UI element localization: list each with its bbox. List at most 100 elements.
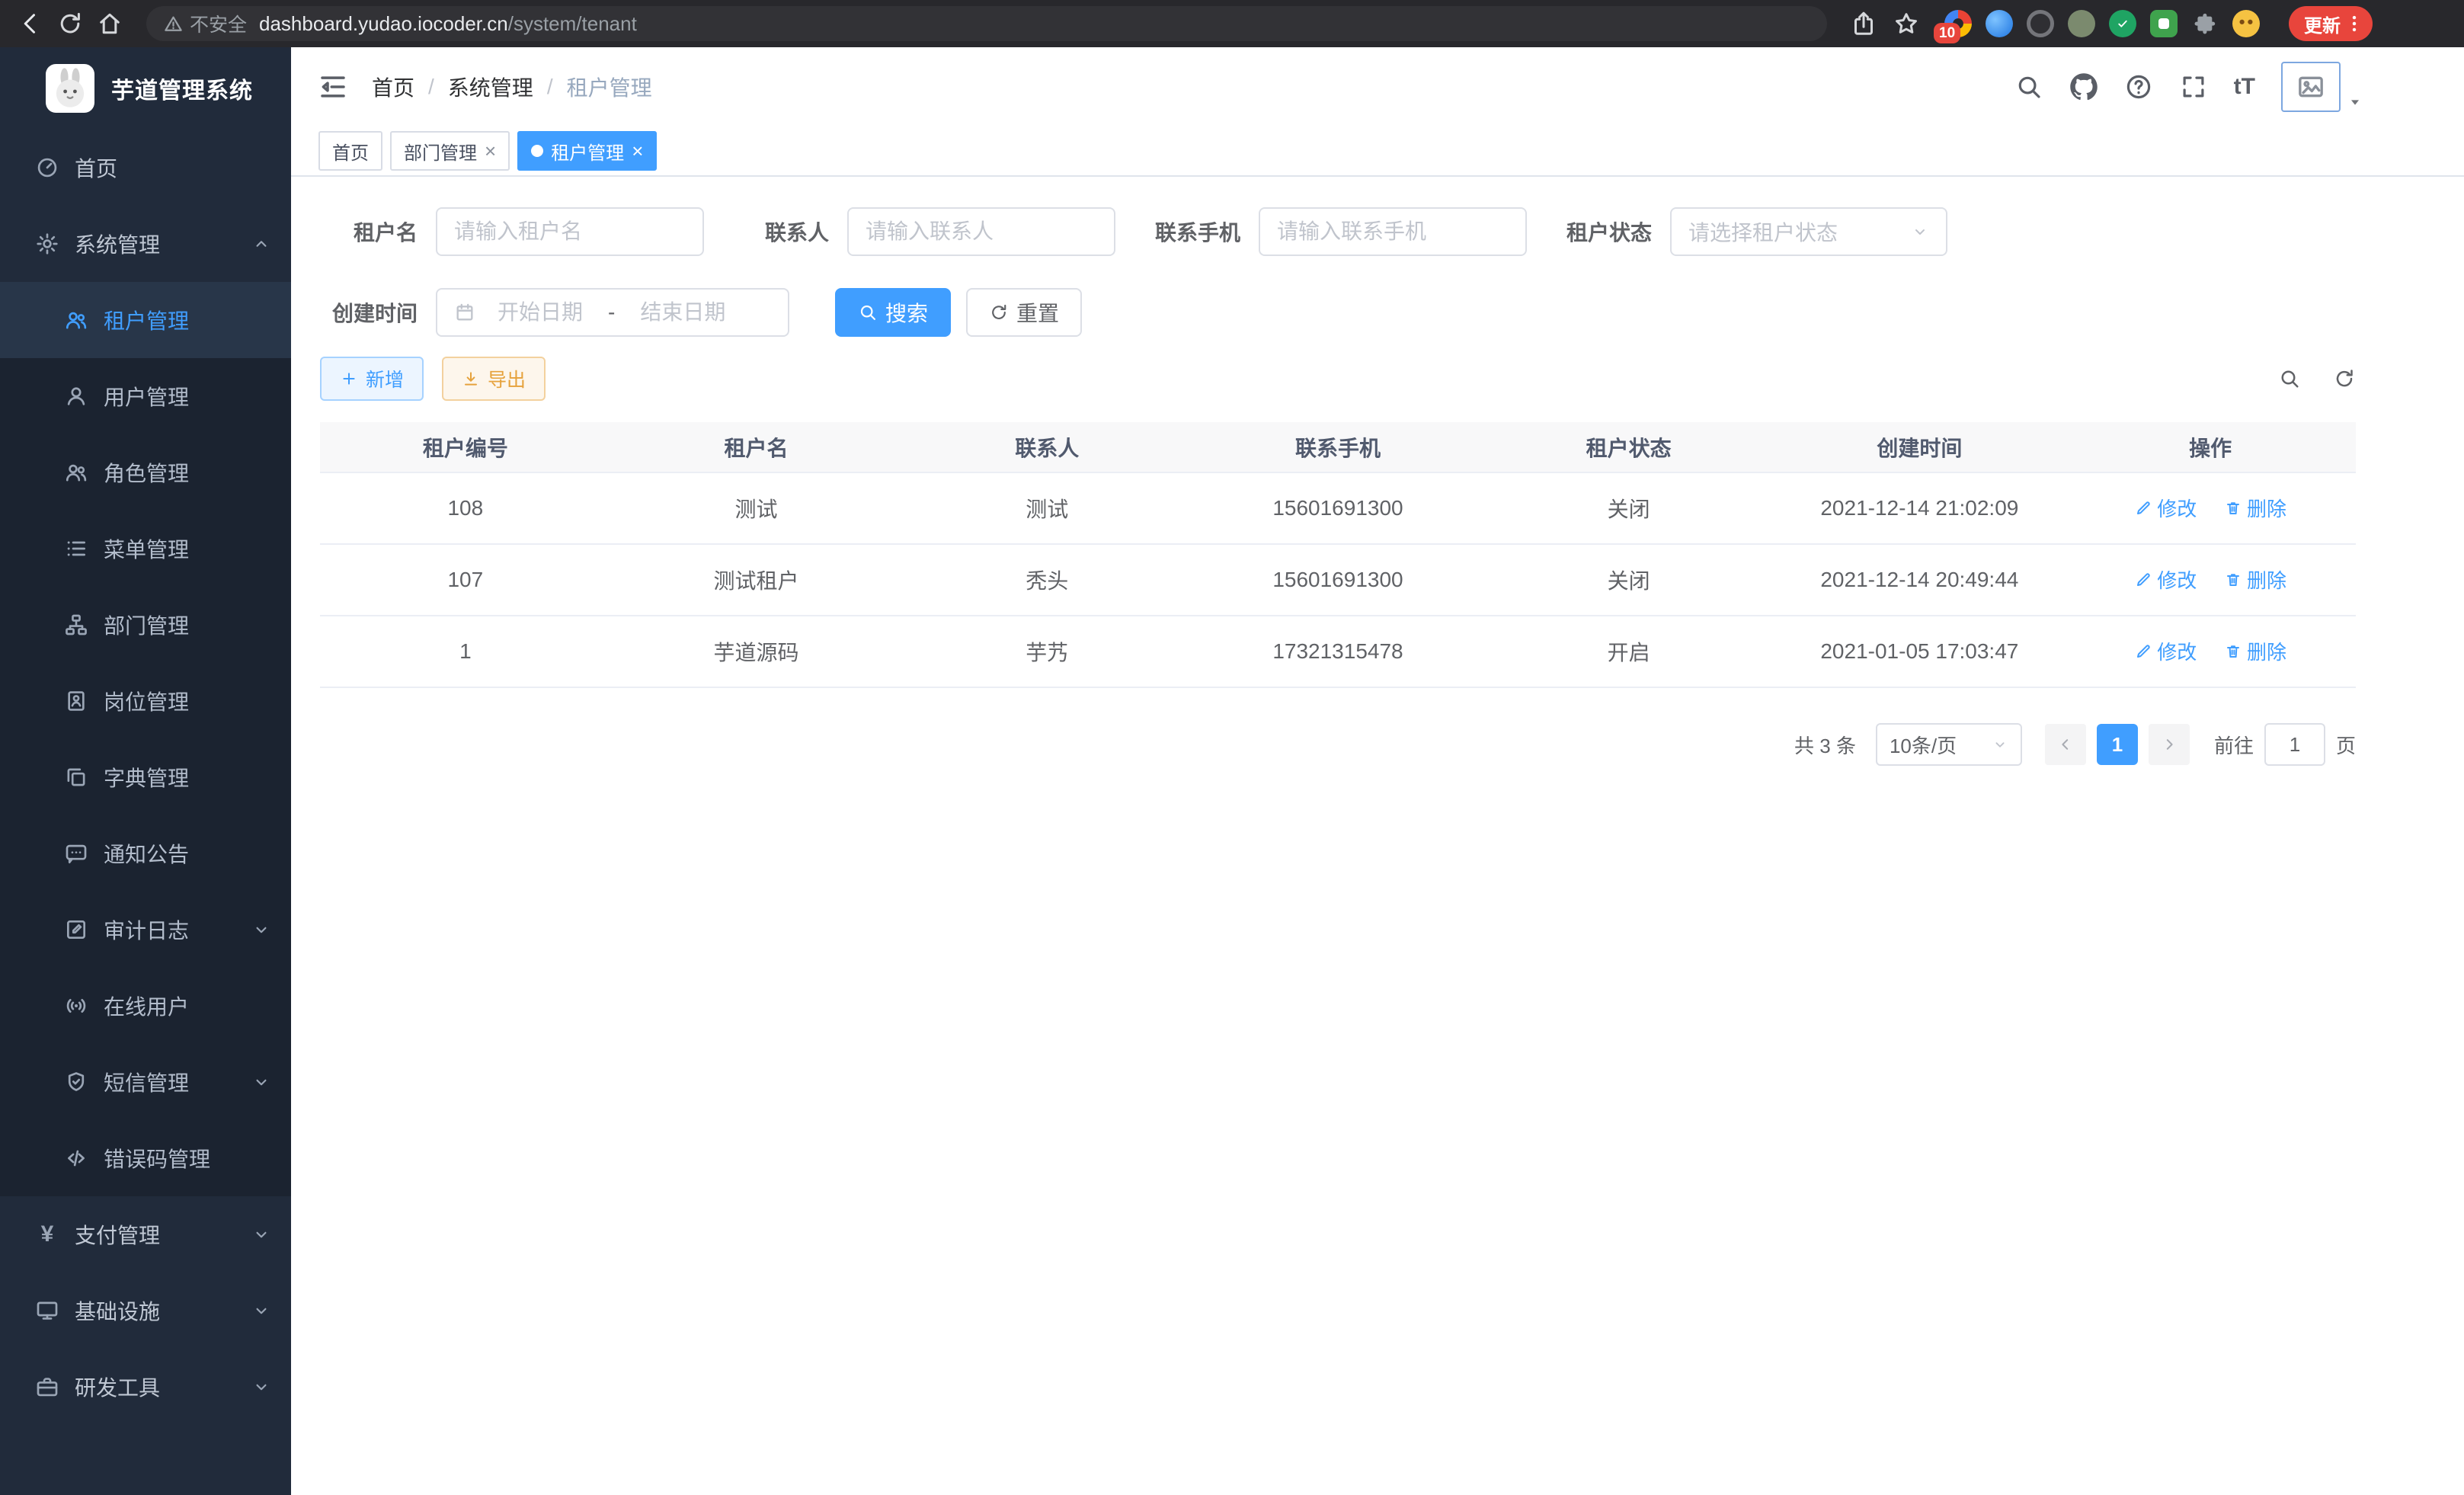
tab-tenant[interactable]: 租户管理 × bbox=[517, 131, 657, 171]
share-icon[interactable] bbox=[1850, 10, 1877, 37]
browser-toolbar: 不安全 dashboard.yudao.iocoder.cn/system/te… bbox=[0, 0, 2464, 47]
sidebar-item-dev-tools[interactable]: 研发工具 bbox=[0, 1349, 291, 1425]
export-button[interactable]: 导出 bbox=[442, 357, 546, 401]
reset-button-label: 重置 bbox=[1016, 297, 1059, 328]
breadcrumb-home[interactable]: 首页 bbox=[372, 72, 414, 102]
prev-page-button[interactable] bbox=[2045, 724, 2086, 765]
edit-link[interactable]: 修改 bbox=[2134, 565, 2197, 594]
cell-contact: 测试 bbox=[901, 472, 1192, 544]
sidebar-item-tenant[interactable]: 租户管理 bbox=[0, 282, 291, 358]
extension-olive-icon[interactable] bbox=[2068, 10, 2095, 37]
font-size-icon[interactable]: tT bbox=[2234, 75, 2255, 98]
fullscreen-icon[interactable] bbox=[2179, 72, 2208, 101]
sidebar-item-pay[interactable]: ¥ 支付管理 bbox=[0, 1196, 291, 1273]
search-button[interactable]: 搜索 bbox=[835, 288, 951, 337]
close-icon[interactable]: × bbox=[632, 141, 643, 161]
goto-page-input[interactable] bbox=[2264, 723, 2325, 766]
github-icon[interactable] bbox=[2069, 72, 2098, 101]
sidebar-item-home[interactable]: 首页 bbox=[0, 130, 291, 206]
add-button-label: 新增 bbox=[366, 365, 404, 392]
sidebar-item-post[interactable]: 岗位管理 bbox=[0, 663, 291, 739]
delete-link[interactable]: 删除 bbox=[2224, 637, 2286, 665]
browser-home-icon[interactable] bbox=[96, 10, 123, 37]
table-header-row: 租户编号 租户名 联系人 联系手机 租户状态 创建时间 操作 bbox=[320, 422, 2356, 472]
toggle-search-icon[interactable] bbox=[2278, 367, 2301, 390]
gear-icon bbox=[35, 232, 59, 256]
sidebar-item-notice[interactable]: 通知公告 bbox=[0, 815, 291, 892]
edit-icon bbox=[2134, 499, 2152, 517]
collapse-sidebar-icon[interactable] bbox=[317, 71, 349, 103]
monitor-icon bbox=[35, 1298, 59, 1323]
avatar-image-box[interactable] bbox=[2281, 62, 2341, 112]
browser-back-icon[interactable] bbox=[17, 10, 44, 37]
sidebar-item-label: 字典管理 bbox=[104, 762, 189, 792]
sidebar-item-sms[interactable]: 短信管理 bbox=[0, 1044, 291, 1120]
sidebar-item-menu[interactable]: 菜单管理 bbox=[0, 511, 291, 587]
delete-link[interactable]: 删除 bbox=[2224, 494, 2286, 522]
tenant-name-input[interactable] bbox=[436, 207, 704, 256]
pagination: 共 3 条 10条/页 1 前往 页 bbox=[320, 723, 2356, 766]
security-warning-label[interactable]: 不安全 bbox=[190, 10, 247, 37]
phone-field[interactable] bbox=[1277, 219, 1509, 244]
sidebar-item-label: 研发工具 bbox=[75, 1372, 160, 1402]
filter-tenant-name: 租户名 bbox=[320, 207, 704, 256]
app-logo[interactable]: 芋道管理系统 bbox=[0, 47, 291, 130]
message-icon bbox=[64, 841, 88, 866]
sidebar-item-system[interactable]: 系统管理 bbox=[0, 206, 291, 282]
phone-input[interactable] bbox=[1259, 207, 1527, 256]
breadcrumb-system[interactable]: 系统管理 bbox=[448, 72, 533, 102]
sidebar-item-infra[interactable]: 基础设施 bbox=[0, 1273, 291, 1349]
url-text[interactable]: dashboard.yudao.iocoder.cn/system/tenant bbox=[259, 12, 637, 36]
contact-input[interactable] bbox=[847, 207, 1115, 256]
sidebar-item-audit-log[interactable]: 审计日志 bbox=[0, 892, 291, 968]
sidebar-item-error-code[interactable]: 错误码管理 bbox=[0, 1120, 291, 1196]
help-icon[interactable] bbox=[2124, 72, 2153, 101]
create-time-range-picker[interactable]: - bbox=[436, 288, 789, 337]
sidebar-item-online-user[interactable]: 在线用户 bbox=[0, 968, 291, 1044]
tab-dept[interactable]: 部门管理 × bbox=[390, 131, 510, 171]
page-1-button[interactable]: 1 bbox=[2097, 724, 2138, 765]
url-domain[interactable]: dashboard.yudao.iocoder.cn bbox=[259, 12, 508, 35]
header-search-icon[interactable] bbox=[2014, 72, 2043, 101]
close-icon[interactable]: × bbox=[485, 141, 496, 161]
delete-link[interactable]: 删除 bbox=[2224, 565, 2286, 594]
refresh-table-icon[interactable] bbox=[2333, 367, 2356, 390]
page-size-select[interactable]: 10条/页 bbox=[1876, 723, 2022, 766]
add-button[interactable]: 新增 bbox=[320, 357, 424, 401]
browser-menu-icon[interactable] bbox=[2344, 13, 2365, 34]
sidebar-item-role[interactable]: 角色管理 bbox=[0, 434, 291, 511]
sidebar-item-dept[interactable]: 部门管理 bbox=[0, 587, 291, 663]
cell-tenant-id: 108 bbox=[320, 472, 611, 544]
extensions-puzzle-icon[interactable] bbox=[2191, 10, 2219, 37]
extension-blue-icon[interactable] bbox=[1986, 10, 2013, 37]
avatar-caret-icon[interactable] bbox=[2347, 94, 2363, 110]
tenant-name-field[interactable] bbox=[454, 219, 686, 244]
edit-link[interactable]: 修改 bbox=[2134, 494, 2197, 522]
edit-link[interactable]: 修改 bbox=[2134, 637, 2197, 665]
main-area: 首页 / 系统管理 / 租户管理 tT 首页 部门管理 × bbox=[291, 47, 2464, 1495]
profile-avatar-icon[interactable] bbox=[2232, 10, 2260, 37]
end-date-field[interactable] bbox=[626, 300, 740, 325]
delete-icon bbox=[2224, 571, 2242, 589]
url-path[interactable]: /system/tenant bbox=[508, 12, 637, 35]
user-avatar[interactable] bbox=[2281, 62, 2363, 112]
browser-update-button[interactable]: 更新 bbox=[2289, 6, 2373, 41]
extension-colorful-icon[interactable]: 10 bbox=[1944, 10, 1972, 37]
edit-label: 修改 bbox=[2157, 494, 2197, 522]
security-warning-icon[interactable] bbox=[163, 14, 184, 34]
status-select[interactable]: 请选择租户状态 bbox=[1670, 207, 1947, 256]
address-bar[interactable]: 不安全 dashboard.yudao.iocoder.cn/system/te… bbox=[146, 6, 1827, 41]
contact-field[interactable] bbox=[866, 219, 1097, 244]
extension-globe-icon[interactable] bbox=[2027, 10, 2054, 37]
sidebar-item-user[interactable]: 用户管理 bbox=[0, 358, 291, 434]
tab-home[interactable]: 首页 bbox=[318, 131, 382, 171]
next-page-button[interactable] bbox=[2149, 724, 2190, 765]
bookmark-star-icon[interactable] bbox=[1893, 10, 1920, 37]
browser-reload-icon[interactable] bbox=[56, 10, 84, 37]
extension-check-icon[interactable] bbox=[2109, 10, 2136, 37]
extension-green-square-icon[interactable] bbox=[2150, 10, 2178, 37]
start-date-field[interactable] bbox=[483, 300, 597, 325]
plus-icon bbox=[340, 370, 358, 388]
sidebar-item-dict[interactable]: 字典管理 bbox=[0, 739, 291, 815]
reset-button[interactable]: 重置 bbox=[966, 288, 1082, 337]
